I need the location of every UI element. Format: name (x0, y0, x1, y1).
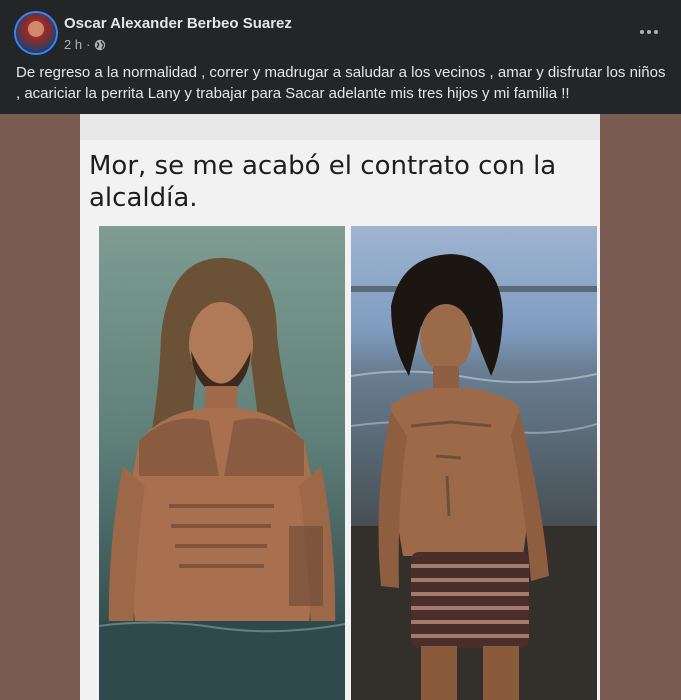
meme-top-strip (80, 114, 600, 140)
photo-left (99, 226, 345, 700)
photo-right (351, 226, 597, 700)
meme-image: Mor, se me acabó el contrato con la alca… (80, 114, 600, 700)
more-horizontal-icon (640, 30, 658, 34)
author-name[interactable]: Oscar Alexander Berbeo Suarez (64, 15, 292, 32)
meta-separator: · (86, 37, 91, 52)
post-media[interactable]: Mor, se me acabó el contrato con la alca… (0, 114, 681, 700)
post-meta: 2 h · (64, 37, 106, 52)
more-options-button[interactable] (631, 18, 667, 46)
facebook-post: Oscar Alexander Berbeo Suarez 2 h · De r… (0, 0, 681, 700)
author-avatar[interactable] (16, 13, 56, 53)
globe-icon[interactable] (94, 39, 106, 51)
meme-caption: Mor, se me acabó el contrato con la alca… (89, 151, 557, 213)
post-timestamp[interactable]: 2 h (64, 37, 82, 52)
post-header: Oscar Alexander Berbeo Suarez 2 h · (0, 0, 681, 60)
post-text: De regreso a la normalidad , correr y ma… (16, 64, 666, 102)
